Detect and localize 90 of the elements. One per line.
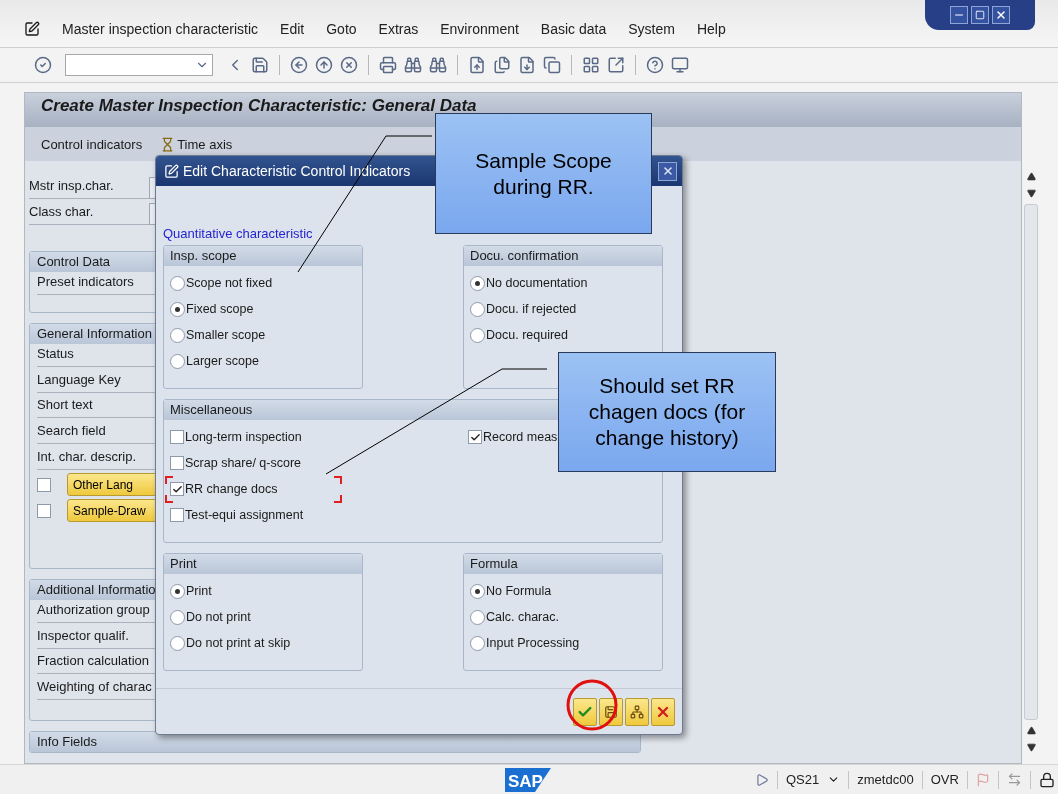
- radio-button[interactable]: [170, 353, 185, 369]
- radio-button[interactable]: [170, 609, 185, 625]
- toolbar-button[interactable]: Control indicators: [41, 136, 143, 152]
- logo: SAP: [505, 767, 551, 792]
- group-title: Insp. scope: [164, 246, 362, 266]
- hierarchy-button[interactable]: [625, 697, 649, 726]
- menu-item[interactable]: Edit: [280, 21, 305, 37]
- option-label: Calc. charac.: [486, 610, 559, 624]
- menu-item[interactable]: Environment: [440, 21, 519, 37]
- checkbox[interactable]: [170, 430, 184, 444]
- callout: Sample Scope during RR.: [435, 113, 652, 234]
- toolbar-button[interactable]: Time axis: [177, 136, 233, 152]
- up-icon[interactable]: [315, 56, 333, 74]
- radio-button[interactable]: [170, 275, 185, 291]
- scroll-up-icon[interactable]: [1026, 172, 1036, 181]
- scroll-down-icon[interactable]: [1026, 189, 1036, 198]
- highlight-circle: [566, 679, 618, 731]
- option-label: Docu. if rejected: [486, 302, 577, 316]
- option-label: No documentation: [486, 276, 588, 290]
- option-label: Print: [186, 584, 212, 598]
- save-icon[interactable]: [251, 56, 269, 74]
- option-label: Fixed scope: [186, 302, 254, 316]
- system-name: QS21: [786, 772, 820, 787]
- edit-icon: [164, 163, 179, 179]
- shortcut-icon[interactable]: [607, 56, 625, 74]
- group-title: Docu. confirmation: [464, 246, 662, 266]
- checkbox[interactable]: [170, 508, 184, 522]
- callout: Should set RR chagen docs (for change history): [558, 352, 776, 472]
- radio-button[interactable]: [470, 583, 485, 599]
- insert-mode: OVR: [930, 772, 959, 787]
- enter-icon[interactable]: [34, 56, 52, 74]
- radio-button[interactable]: [170, 327, 185, 343]
- hierarchy-icon[interactable]: [630, 704, 644, 719]
- option-label: Smaller scope: [186, 328, 266, 342]
- user-name: zmetdc00: [857, 772, 914, 787]
- radio-button[interactable]: [470, 635, 485, 651]
- save-icon[interactable]: [604, 704, 618, 719]
- radio-button[interactable]: [470, 327, 485, 343]
- option-label: No Formula: [486, 584, 552, 598]
- radio-button[interactable]: [170, 583, 185, 599]
- menu-item[interactable]: Goto: [326, 21, 357, 37]
- arrows-icon[interactable]: [1006, 772, 1022, 787]
- section-label: Quantitative characteristic: [163, 226, 314, 241]
- group-title: Print: [164, 554, 362, 574]
- checkbox[interactable]: [37, 477, 51, 492]
- radio-button[interactable]: [470, 609, 485, 625]
- back-icon[interactable]: [290, 56, 308, 74]
- maximize-button[interactable]: [971, 6, 989, 24]
- command-field[interactable]: [65, 54, 213, 76]
- dialog-title: Edit Characteristic Control Indicators: [183, 163, 411, 179]
- close-icon[interactable]: [661, 165, 674, 177]
- option-label: Long-term inspection: [185, 430, 302, 444]
- option-label: Docu. required: [486, 328, 568, 342]
- radio-button[interactable]: [470, 301, 485, 317]
- option-label: Scope not fixed: [186, 276, 273, 290]
- close-button[interactable]: [658, 161, 677, 181]
- menu-item[interactable]: System: [628, 21, 675, 37]
- option-label: Do not print at skip: [186, 636, 291, 650]
- group-title: Formula: [464, 554, 662, 574]
- flag-icon: [975, 772, 990, 787]
- play-icon[interactable]: [755, 772, 769, 787]
- confirm-button[interactable]: [573, 697, 597, 726]
- option-label: Input Processing: [486, 636, 580, 650]
- menu-item[interactable]: Extras: [378, 21, 419, 37]
- checkbox[interactable]: [170, 456, 184, 470]
- radio-button[interactable]: [170, 635, 185, 651]
- option-label: Scrap share/ q-score: [185, 456, 302, 470]
- checkbox[interactable]: [170, 482, 184, 496]
- option-label: Larger scope: [186, 354, 259, 368]
- scrollbar[interactable]: [1024, 204, 1038, 720]
- menu-item[interactable]: Basic data: [540, 21, 607, 37]
- menu-item[interactable]: Master inspection characteristic: [62, 21, 259, 37]
- lock-icon[interactable]: [1038, 771, 1055, 788]
- checkbox[interactable]: [468, 430, 482, 444]
- print-icon[interactable]: [379, 56, 397, 74]
- option-label: Record meas: [483, 430, 558, 444]
- maximize-icon[interactable]: [975, 10, 985, 20]
- radio-button[interactable]: [470, 275, 485, 291]
- screen-title: Create Master Inspection Characteristic: General Data: [25, 93, 1021, 127]
- menu-item[interactable]: Help: [696, 21, 726, 37]
- scroll-down-icon[interactable]: [1026, 743, 1036, 752]
- help-icon[interactable]: [646, 56, 664, 74]
- radio-button[interactable]: [170, 301, 185, 317]
- scroll-up-icon[interactable]: [1026, 726, 1036, 735]
- search-icon[interactable]: [404, 56, 422, 74]
- option-label: Do not print: [186, 610, 251, 624]
- cancel-icon[interactable]: [340, 56, 358, 74]
- checkbox[interactable]: [37, 503, 51, 518]
- cancel-button[interactable]: [651, 697, 675, 726]
- search-next-icon[interactable]: [429, 56, 447, 74]
